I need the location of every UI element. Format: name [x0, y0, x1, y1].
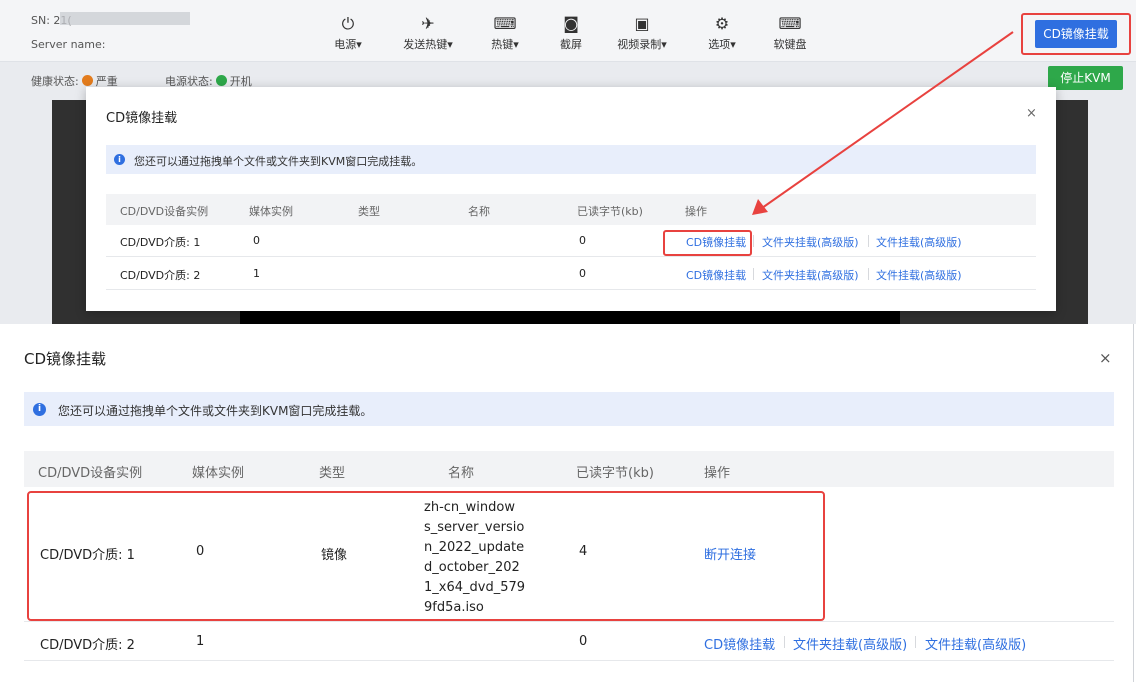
action-separator — [784, 636, 785, 648]
read-bytes-cell: 0 — [579, 634, 588, 649]
screenshot-label: 截屏 — [560, 38, 582, 51]
column-header-actions: 操作 — [704, 466, 731, 481]
info-icon: i — [33, 403, 46, 416]
mounted-row-highlight — [27, 491, 825, 621]
media-cell: 1 — [196, 634, 205, 649]
folder-mount-link[interactable]: 文件夹挂载(高级版) — [762, 267, 859, 283]
read-bytes-cell: 0 — [579, 267, 586, 280]
send-hotkey-menu-button[interactable]: ✈ 发送热键▾ — [398, 14, 458, 52]
read-bytes-cell: 0 — [579, 234, 586, 247]
close-icon[interactable]: × — [1026, 106, 1037, 121]
send-icon: ✈ — [421, 14, 435, 33]
file-mount-link[interactable]: 文件挂载(高级版) — [876, 234, 962, 250]
file-mount-link[interactable]: 文件挂载(高级版) — [925, 634, 1026, 653]
power-menu-label: 电源▾ — [334, 38, 362, 51]
video-record-menu-button[interactable]: ▣ 视频录制▾ — [612, 14, 672, 52]
action-separator — [868, 235, 869, 247]
hotkey-label: 热键▾ — [491, 38, 519, 51]
column-header-actions: 操作 — [685, 205, 707, 218]
column-header-name: 名称 — [468, 205, 490, 218]
device-cell: CD/DVD介质: 2 — [40, 638, 135, 653]
cd-mount-button-highlight — [1021, 13, 1131, 55]
cd-mount-dialog-large: CD镜像挂载 × i 您还可以通过拖拽单个文件或文件夹到KVM窗口完成挂载。 C… — [0, 324, 1136, 682]
health-status-label: 健康状态: — [31, 75, 79, 88]
health-status-dot-icon — [81, 75, 93, 86]
info-text: 您还可以通过拖拽单个文件或文件夹到KVM窗口完成挂载。 — [58, 404, 373, 418]
table-row: CD/DVD介质: 1 0 0 CD镜像挂载 文件夹挂载(高级版) 文件挂载(高… — [106, 225, 1036, 257]
action-separator — [753, 268, 754, 280]
sn-redacted — [60, 12, 190, 25]
table-row: CD/DVD介质: 2 1 0 CD镜像挂载 文件夹挂载(高级版) 文件挂载(高… — [24, 623, 1114, 661]
device-cell: CD/DVD介质: 1 — [120, 236, 201, 249]
soft-keyboard-icon: ⌨ — [778, 14, 802, 33]
cd-mount-link[interactable]: CD镜像挂载 — [686, 267, 746, 283]
table-header: CD/DVD设备实例 媒体实例 类型 名称 已读字节(kb) 操作 — [106, 194, 1036, 225]
folder-mount-link[interactable]: 文件夹挂载(高级版) — [793, 634, 907, 653]
column-header-media: 媒体实例 — [249, 205, 293, 218]
info-icon: i — [114, 154, 125, 165]
column-header-type: 类型 — [319, 466, 346, 481]
soft-keyboard-label: 软键盘 — [773, 38, 807, 51]
power-icon: ⏻ — [341, 14, 355, 33]
camera-icon: ◙ — [563, 14, 579, 33]
column-header-read-bytes: 已读字节(kb) — [577, 205, 643, 218]
close-icon[interactable]: × — [1099, 349, 1112, 367]
keyboard-icon: ⌨ — [493, 14, 517, 33]
screenshot-button[interactable]: ◙ 截屏 — [541, 14, 601, 52]
column-header-name: 名称 — [448, 466, 475, 481]
video-record-label: 视频录制▾ — [617, 38, 667, 51]
table-row: CD/DVD介质: 2 1 0 CD镜像挂载 文件夹挂载(高级版) 文件挂载(高… — [106, 258, 1036, 290]
kvm-remote-screen-content — [240, 310, 900, 324]
action-separator — [868, 268, 869, 280]
action-separator — [753, 235, 754, 247]
stop-kvm-button[interactable]: 停止KVM — [1048, 66, 1123, 90]
soft-keyboard-button[interactable]: ⌨ 软键盘 — [760, 14, 820, 52]
info-banner: i 您还可以通过拖拽单个文件或文件夹到KVM窗口完成挂载。 — [106, 145, 1036, 174]
file-mount-link[interactable]: 文件挂载(高级版) — [876, 267, 962, 283]
power-menu-button[interactable]: ⏻ 电源▾ — [318, 14, 378, 52]
folder-mount-link[interactable]: 文件夹挂载(高级版) — [762, 234, 859, 250]
video-icon: ▣ — [634, 14, 650, 33]
table-header: CD/DVD设备实例 媒体实例 类型 名称 已读字节(kb) 操作 — [24, 451, 1114, 487]
action-separator — [915, 636, 916, 648]
kvm-toolbar: SN: 21( Server name: ⏻ 电源▾ ✈ 发送热键▾ ⌨ 热键▾… — [0, 0, 1136, 62]
column-header-media: 媒体实例 — [192, 466, 245, 481]
column-header-device: CD/DVD设备实例 — [120, 205, 209, 218]
media-cell: 1 — [253, 267, 260, 280]
options-label: 选项▾ — [708, 38, 736, 51]
cd-mount-dialog-small: CD镜像挂载 × i 您还可以通过拖拽单个文件或文件夹到KVM窗口完成挂载。 C… — [86, 87, 1056, 311]
power-status-dot-icon — [215, 75, 227, 86]
column-header-read-bytes: 已读字节(kb) — [576, 466, 654, 481]
info-banner: i 您还可以通过拖拽单个文件或文件夹到KVM窗口完成挂载。 — [24, 392, 1114, 426]
kvm-page-screenshot: SN: 21( Server name: ⏻ 电源▾ ✈ 发送热键▾ ⌨ 热键▾… — [0, 0, 1136, 324]
column-header-device: CD/DVD设备实例 — [38, 466, 143, 481]
options-menu-button[interactable]: ⚙ 选项▾ — [692, 14, 752, 52]
media-cell: 0 — [253, 234, 260, 247]
hotkey-menu-button[interactable]: ⌨ 热键▾ — [475, 14, 535, 52]
send-hotkey-label: 发送热键▾ — [403, 38, 453, 51]
dialog-title: CD镜像挂载 — [106, 111, 178, 126]
dialog-title: CD镜像挂载 — [24, 350, 107, 368]
cd-mount-link-highlight — [663, 230, 752, 256]
info-text: 您还可以通过拖拽单个文件或文件夹到KVM窗口完成挂载。 — [134, 155, 423, 168]
dialog-border — [1133, 324, 1134, 682]
gear-icon: ⚙ — [714, 14, 730, 33]
cd-mount-link[interactable]: CD镜像挂载 — [704, 634, 775, 653]
server-name-label: Server name: — [31, 38, 106, 51]
column-header-type: 类型 — [358, 205, 380, 218]
device-cell: CD/DVD介质: 2 — [120, 269, 201, 282]
